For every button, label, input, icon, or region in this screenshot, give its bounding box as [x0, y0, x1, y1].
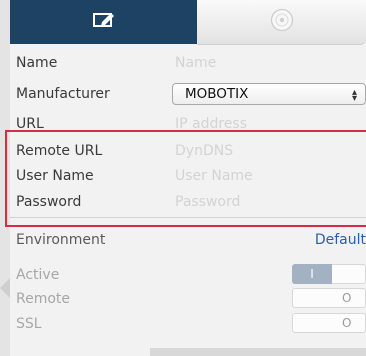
remote-label: Remote: [16, 291, 71, 307]
manufacturer-value: MOBOTIX: [185, 86, 249, 102]
active-toggle-on: I: [292, 264, 332, 284]
back-arrow[interactable]: [0, 278, 10, 298]
remote-toggle-off: O: [342, 291, 352, 305]
highlight-box: [5, 130, 366, 227]
bottom-toolbar-edge: [150, 348, 366, 356]
tab-media[interactable]: [197, 0, 366, 45]
tab-edit[interactable]: [10, 0, 197, 44]
name-input[interactable]: Name: [175, 55, 216, 71]
ssl-toggle-off: O: [342, 316, 352, 330]
tab-bar: [10, 0, 366, 45]
environment-label: Environment: [16, 232, 106, 248]
environment-default-link[interactable]: Default: [315, 232, 366, 248]
down-arrow-icon: ▾: [351, 93, 357, 104]
active-label: Active: [16, 267, 60, 283]
ssl-toggle[interactable]: [292, 313, 366, 333]
manufacturer-select[interactable]: MOBOTIX ▴ ▾: [172, 83, 366, 105]
ssl-label: SSL: [16, 316, 42, 332]
manufacturer-label: Manufacturer: [16, 86, 110, 102]
remote-toggle[interactable]: [292, 288, 366, 308]
edit-icon: [92, 12, 115, 32]
disc-icon: [270, 8, 294, 36]
name-label: Name: [16, 55, 58, 71]
